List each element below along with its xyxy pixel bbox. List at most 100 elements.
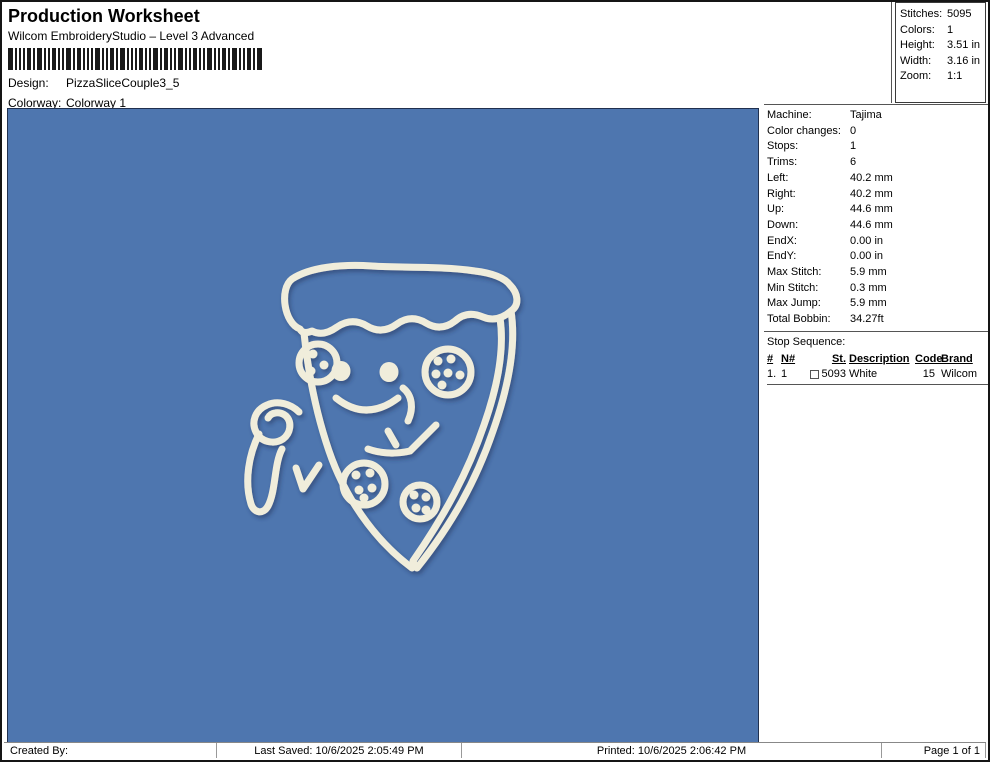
stop-row-stitch-count: 5093 [821, 367, 846, 380]
barcode-bar [149, 48, 151, 70]
barcode-bar [160, 48, 162, 70]
stat-row: Stitches: 5095 [900, 7, 985, 23]
stop-sequence-section: Stop Sequence: # N# St. Description Code… [764, 330, 988, 385]
barcode-bar [199, 48, 201, 70]
barcode-bar [77, 48, 81, 70]
machine-info-value: 0.3 mm [850, 281, 887, 294]
machine-info-label: Machine: [767, 109, 812, 121]
stop-sequence-title: Stop Sequence: [767, 335, 846, 348]
design-row: Design: PizzaSliceCouple3_5 [8, 77, 266, 90]
pepperoni-dot [365, 468, 375, 478]
pepperoni-dot [443, 368, 453, 378]
design-stats-box: Stitches: 5095 Colors: 1 Height: 3.51 in… [895, 2, 986, 103]
pepperoni-dot [421, 505, 431, 515]
machine-info-value: Tajima [850, 109, 882, 121]
col-header-needle: N# [781, 352, 796, 365]
machine-info-row: Machine: Tajima [767, 108, 988, 124]
barcode-bar [62, 48, 64, 70]
barcode-bar [95, 48, 100, 70]
machine-info-label: Trims: [767, 156, 798, 169]
barcode-bar [218, 48, 220, 70]
barcode-bar [232, 48, 237, 70]
barcode-bar [135, 48, 137, 70]
pepperoni-dot [354, 485, 364, 495]
machine-info-value: 0.00 in [850, 234, 884, 247]
left-arm-leaf [244, 430, 286, 516]
barcode-bar [44, 48, 46, 70]
machine-info-row: Down: 44.6 mm [767, 218, 988, 234]
stat-value: 1 [947, 23, 954, 36]
design-canvas [7, 108, 759, 747]
machine-info-row: EndY: 0.00 in [767, 249, 988, 265]
pepperoni-dot [421, 492, 431, 502]
stat-label: Width: [900, 54, 932, 67]
machine-info-label: Total Bobbin: [767, 313, 831, 326]
barcode-bar [106, 48, 108, 70]
stop-row-code: 15 [922, 367, 935, 380]
barcode-bar [27, 48, 31, 70]
barcode-bar [222, 48, 226, 70]
machine-info-value: 44.6 mm [850, 203, 893, 216]
pepperoni-dot [351, 470, 361, 480]
barcode-bar [174, 48, 176, 70]
stat-value: 5095 [947, 8, 972, 20]
barcode-bar [207, 48, 212, 70]
col-header-code: Code [915, 352, 943, 365]
machine-info-row: Right: 40.2 mm [767, 187, 988, 203]
machine-info-label: Stops: [767, 140, 799, 153]
pepperoni-dot [455, 370, 465, 380]
barcode-bar [73, 48, 75, 70]
machine-info-value: 40.2 mm [850, 187, 893, 200]
barcode-bar [214, 48, 216, 70]
barcode-bar [66, 48, 71, 70]
barcode-bar [243, 48, 245, 70]
footer: Created By: Last Saved: 10/6/2025 2:05:4… [4, 742, 986, 758]
stat-row: Height: 3.51 in [900, 38, 985, 54]
barcode-bar [139, 48, 143, 70]
small-arm [364, 421, 440, 457]
design-value: PizzaSliceCouple3_5 [66, 76, 180, 90]
barcode-bar [253, 48, 255, 70]
stop-table-header: # N# St. Description Code Brand [767, 352, 988, 367]
barcode-bar [52, 48, 56, 70]
stop-row-stitches-cell: 5093 [801, 367, 849, 382]
machine-info-row: Max Stitch: 5.9 mm [767, 265, 988, 281]
stat-label: Height: [900, 39, 935, 51]
machine-info-value: 40.2 mm [850, 171, 893, 184]
smile [332, 394, 402, 414]
barcode-bar [87, 48, 89, 70]
machine-info-row: Left: 40.2 mm [767, 171, 988, 187]
left-arm-pennant [292, 461, 323, 493]
pepperoni-dot [411, 503, 421, 513]
machine-info-row: Max Jump: 5.9 mm [767, 296, 988, 312]
pepperoni-dot [437, 380, 447, 390]
machine-info-row: Up: 44.6 mm [767, 202, 988, 218]
col-header-num: # [767, 352, 774, 365]
machine-info-value: 34.27ft [850, 313, 884, 326]
barcode-bar [8, 48, 13, 70]
printed-cell: Printed: 10/6/2025 2:06:42 PM [462, 743, 882, 758]
machine-info-label: Max Jump: [767, 297, 821, 310]
header: Production Worksheet Wilcom EmbroiderySt… [8, 6, 266, 110]
barcode-bar [102, 48, 104, 70]
machine-info-row: Color changes: 0 [767, 124, 988, 140]
pepperoni-bottom-right [399, 481, 441, 523]
barcode-bar [58, 48, 60, 70]
machine-info-row: Total Bobbin: 34.27ft [767, 312, 988, 328]
barcode-bar [257, 48, 262, 70]
machine-info-label: Up: [767, 203, 785, 216]
machine-info-row: Stops: 1 [767, 139, 988, 155]
thread-checkbox [809, 369, 819, 379]
pepperoni-dot [433, 356, 443, 366]
machine-info-label: EndY: [767, 250, 797, 263]
barcode-bar [178, 48, 183, 70]
machine-info-label: Max Stitch: [767, 266, 822, 279]
barcode-bar [116, 48, 118, 70]
col-header-brand: Brand [941, 352, 973, 365]
machine-info-label: Right: [767, 187, 796, 200]
barcode-bar [164, 48, 168, 70]
barcode-bar [185, 48, 187, 70]
barcode-bar [19, 48, 21, 70]
cheek-curl [399, 384, 415, 425]
pepperoni-dot [308, 349, 318, 359]
